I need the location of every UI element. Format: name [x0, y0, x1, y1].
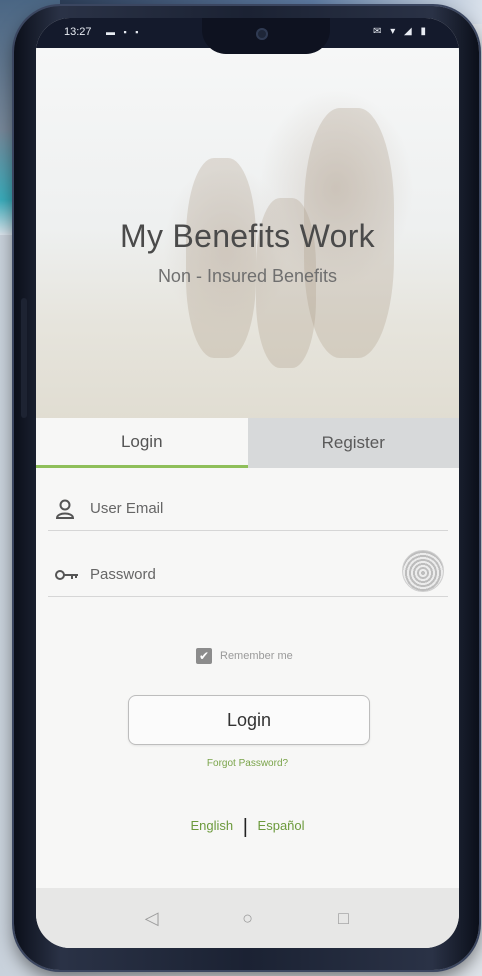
- tab-login[interactable]: Login: [36, 418, 248, 468]
- email-field: [48, 486, 448, 531]
- phone-screen: 13:27 ▬ ▪ ▪ ✉ ▾ ◢ ▮ My Benefits Work Non…: [36, 18, 459, 948]
- user-icon: [54, 498, 80, 520]
- app-title: My Benefits Work: [120, 218, 375, 254]
- forgot-password-link[interactable]: Forgot Password?: [36, 758, 459, 769]
- camera-notch: [202, 18, 330, 54]
- home-icon[interactable]: ○: [237, 908, 259, 929]
- phone-side-button: [21, 298, 27, 418]
- phone-frame: 13:27 ▬ ▪ ▪ ✉ ▾ ◢ ▮ My Benefits Work Non…: [14, 6, 479, 970]
- checkbox-checked-icon[interactable]: ✔: [196, 648, 212, 664]
- recents-icon[interactable]: □: [333, 908, 355, 929]
- hero-figure-child: [186, 158, 256, 358]
- tab-register[interactable]: Register: [247, 418, 459, 468]
- login-form: ✔ Remember me Login Forgot Password? Eng…: [36, 468, 459, 888]
- app-subtitle: Non - Insured Benefits: [157, 266, 338, 286]
- login-button[interactable]: Login: [128, 695, 370, 745]
- language-separator: |: [242, 816, 248, 838]
- email-input[interactable]: [88, 494, 392, 522]
- password-input[interactable]: [88, 560, 392, 588]
- key-icon: [54, 564, 80, 586]
- language-english[interactable]: English: [190, 818, 233, 833]
- back-icon[interactable]: ◁: [141, 908, 163, 929]
- fingerprint-icon[interactable]: [402, 550, 444, 592]
- remember-me-label: Remember me: [220, 650, 293, 662]
- language-spanish[interactable]: Español: [258, 818, 305, 833]
- front-camera-icon: [256, 28, 268, 40]
- system-status-icons: ✉ ▾ ◢ ▮: [373, 26, 429, 37]
- notification-icons: ▬ ▪ ▪: [106, 27, 142, 37]
- language-switcher: English | Español: [36, 816, 459, 839]
- password-field: [48, 550, 448, 597]
- android-nav-bar: ◁ ○ □: [36, 888, 459, 948]
- remember-me[interactable]: ✔ Remember me: [196, 648, 293, 664]
- status-time: 13:27: [64, 26, 92, 38]
- hero-banner: My Benefits Work Non - Insured Benefits: [36, 48, 459, 446]
- auth-tabs: Login Register: [36, 418, 459, 468]
